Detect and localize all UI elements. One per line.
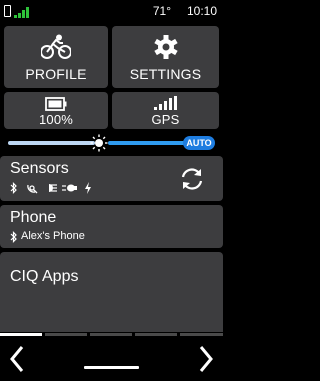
sensor-icons — [10, 182, 110, 194]
signal-bars-icon — [14, 4, 34, 18]
temperature: 71° — [152, 4, 171, 18]
page-indicator — [0, 333, 223, 337]
gps-signal-icon — [153, 96, 177, 110]
brightness-sun-icon[interactable] — [90, 134, 108, 152]
clock-time: 10:10 — [186, 4, 217, 18]
headlight-icon — [62, 184, 77, 192]
page-dot-3 — [90, 333, 132, 336]
chevron-right-icon[interactable] — [191, 343, 219, 375]
phone-row[interactable]: Phone Alex's Phone — [0, 205, 223, 248]
radar-icon — [27, 184, 38, 194]
phone-title: Phone — [10, 209, 57, 226]
sync-icon[interactable] — [179, 166, 205, 192]
bottom-nav — [0, 339, 223, 381]
ciq-apps-title: CIQ Apps — [10, 268, 79, 285]
bluetooth-icon — [10, 182, 17, 194]
battery-percent: 100% — [38, 112, 74, 127]
battery-tile[interactable]: 100% — [4, 92, 108, 129]
brightness-track-filled — [8, 141, 95, 145]
page-dot-5 — [180, 333, 223, 336]
page-dot-1 — [0, 333, 42, 336]
sensors-title: Sensors — [10, 160, 69, 177]
cyclist-icon — [41, 34, 71, 59]
power-icon — [85, 182, 91, 194]
settings-label: SETTINGS — [129, 66, 202, 82]
brightness-track — [108, 141, 186, 145]
phone-battery-icon — [4, 5, 11, 17]
page-dot-2 — [45, 333, 87, 336]
profile-label: PROFILE — [25, 66, 87, 82]
auto-brightness-toggle[interactable]: AUTO — [183, 136, 215, 150]
gps-label: GPS — [151, 112, 180, 127]
profile-tile[interactable]: PROFILE — [4, 26, 108, 88]
brightness-slider[interactable]: AUTO — [8, 134, 215, 152]
page-dot-4 — [135, 333, 177, 336]
chevron-left-icon[interactable] — [4, 343, 32, 375]
gear-icon — [153, 35, 178, 59]
battery-icon — [45, 97, 67, 111]
settings-tile[interactable]: SETTINGS — [112, 26, 219, 88]
sensors-row[interactable]: Sensors — [0, 156, 223, 201]
bluetooth-icon — [10, 231, 17, 243]
gps-tile[interactable]: GPS — [112, 92, 219, 129]
ciq-apps-row[interactable]: CIQ Apps — [0, 252, 223, 332]
phone-device-name: Alex's Phone — [21, 230, 85, 242]
status-bar: 71° 10:10 — [0, 0, 223, 22]
home-bar[interactable] — [84, 366, 139, 369]
light-icon — [49, 184, 57, 192]
